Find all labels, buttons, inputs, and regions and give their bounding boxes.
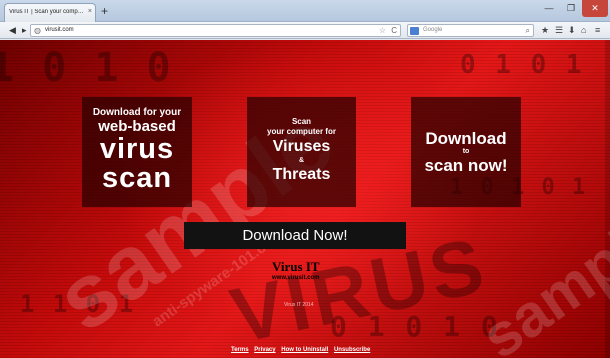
reload-icon[interactable]: C [391, 26, 397, 35]
brand-logo: Virus IT www.virusit.com [272, 260, 332, 282]
promo-text: to [462, 148, 470, 155]
close-tab-icon[interactable]: × [88, 8, 92, 15]
title-bar: Virus IT | Scan your computer f... × + —… [0, 0, 610, 22]
scrollbar[interactable] [605, 40, 610, 358]
download-now-button[interactable]: Download Now! [184, 222, 406, 249]
download-icon[interactable]: ⬇ [568, 24, 576, 37]
background-binary: 0 1 0 1 [460, 50, 584, 80]
footer-link-privacy[interactable]: Privacy [254, 347, 275, 353]
address-bar[interactable]: ◍ virusit.com ☆ C [30, 24, 401, 37]
new-tab-button[interactable]: + [101, 3, 108, 19]
search-icon[interactable]: ⌕ [526, 26, 530, 36]
promo-text: & [298, 157, 305, 164]
watermark: sample [469, 197, 610, 358]
background-binary: 1 0 1 0 [0, 45, 173, 91]
library-icon[interactable]: ☰ [555, 24, 563, 37]
promo-headline: Download [425, 129, 507, 148]
promo-headline: Viruses [272, 138, 331, 155]
search-input[interactable]: Google ⌕ [407, 24, 534, 37]
brand-name: Virus IT [272, 259, 320, 274]
promo-text: Scan [291, 117, 312, 126]
tab-title: Virus IT | Scan your computer f... [9, 9, 85, 15]
footer-links: Terms Privacy How to Uninstall Unsubscri… [231, 347, 374, 353]
back-button[interactable]: ◀ [9, 24, 16, 37]
google-icon[interactable] [410, 27, 419, 35]
search-placeholder: Google [423, 27, 443, 33]
promo-headline: Threats [272, 166, 331, 183]
minimize-button[interactable]: — [538, 0, 560, 17]
maximize-button[interactable]: ❐ [560, 0, 582, 17]
brand-url: www.virusit.com [272, 275, 320, 281]
page-content: 1 0 1 0 0 1 0 1 1 0 1 0 1 0 1 0 1 0 1 1 … [0, 40, 610, 358]
bookmark-star-icon[interactable]: ☆ [379, 26, 386, 35]
promo-box-scan-threats[interactable]: Scan your computer for Viruses & Threats [247, 97, 356, 207]
close-window-button[interactable]: ✕ [582, 0, 608, 17]
forward-button[interactable]: ▸ [22, 24, 27, 37]
footer-link-uninstall[interactable]: How to Uninstall [281, 347, 328, 353]
browser-tab[interactable]: Virus IT | Scan your computer f... × [4, 3, 96, 22]
menu-icon[interactable]: ≡ [595, 24, 600, 37]
promo-box-download[interactable]: Download to scan now! [411, 97, 521, 207]
copyright-text: Virus IT 2014 [284, 302, 314, 308]
footer-link-terms[interactable]: Terms [231, 347, 249, 353]
url-text: virusit.com [45, 27, 74, 33]
promo-headline: scan [101, 162, 173, 194]
promo-box-virus-scan[interactable]: Download for your web-based virus scan [82, 97, 192, 207]
promo-headline: virus [99, 133, 175, 165]
navigation-bar: ◀ ▸ ◍ virusit.com ☆ C Google ⌕ ★ ☰ ⬇ ⌂ ≡ [0, 22, 610, 39]
bookmarks-icon[interactable]: ★ [541, 24, 549, 37]
globe-icon: ◍ [34, 26, 41, 35]
footer-link-unsubscribe[interactable]: Unsubscribe [334, 347, 370, 353]
home-icon[interactable]: ⌂ [581, 24, 586, 37]
promo-headline: scan now! [424, 156, 508, 175]
promo-text: your computer for [267, 127, 336, 136]
